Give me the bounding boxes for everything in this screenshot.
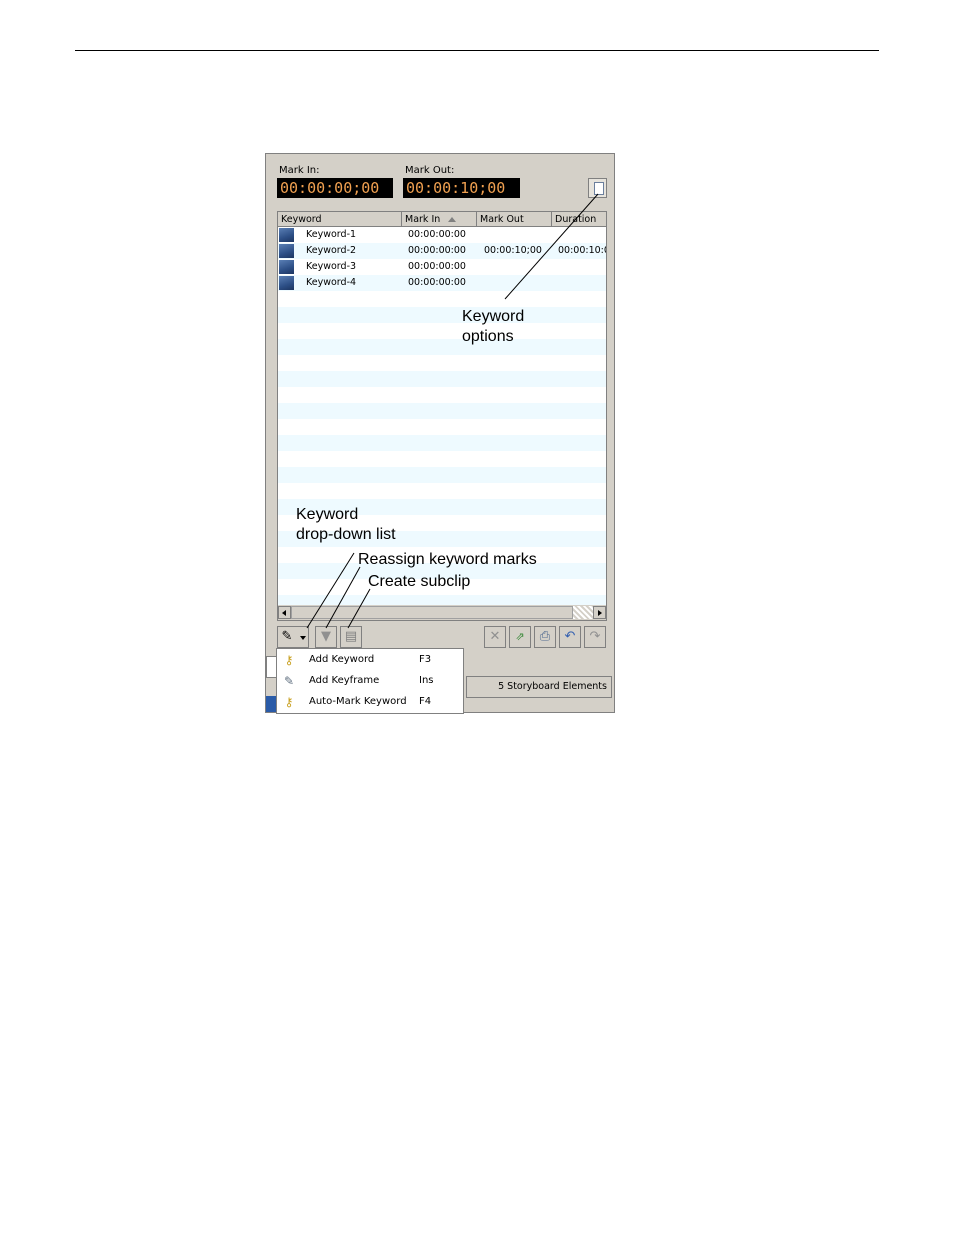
menu-item-shortcut: F4 [419, 696, 432, 707]
table-row[interactable]: Keyword-4 00:00:00:00 [278, 275, 606, 291]
callout-line: Keyword [462, 308, 525, 325]
duration-cell: 00:00:10:0 [558, 245, 607, 256]
menu-item-label: Add Keyframe [309, 675, 380, 686]
mark-out-timecode[interactable]: 00:00:10;00 [403, 178, 520, 198]
empty-row [278, 323, 606, 339]
storyboard-count: 5 Storyboard Elements [466, 676, 612, 698]
empty-row [278, 483, 606, 499]
print-button[interactable]: ⎙ [534, 626, 556, 648]
subclip-icon: ▤ [344, 629, 358, 644]
horizontal-scrollbar[interactable] [278, 605, 606, 620]
empty-row [278, 451, 606, 467]
export-button[interactable]: ⇗ [509, 626, 531, 648]
page-header-rule [75, 50, 879, 51]
table-row[interactable]: Keyword-2 00:00:00:00 00:00:10;00 00:00:… [278, 243, 607, 259]
empty-row [278, 339, 606, 355]
reassign-marks-icon: ▼ [321, 629, 331, 644]
keyword-cell: Keyword-3 [306, 261, 357, 272]
chevron-down-icon [300, 636, 306, 640]
empty-row [278, 419, 606, 435]
empty-row [278, 307, 606, 323]
keyword-thumbnail [279, 244, 294, 258]
empty-row [278, 387, 606, 403]
scroll-left-button[interactable] [278, 606, 291, 619]
column-header-duration[interactable]: Duration [552, 212, 606, 227]
column-header-keyword[interactable]: Keyword [278, 212, 402, 227]
keyword-dropdown-menu: ⚷ Add Keyword F3 ✎ Add Keyframe Ins ⚷ Au… [276, 648, 464, 714]
menu-item-label: Auto-Mark Keyword [309, 696, 407, 707]
menu-item-label: Add Keyword [309, 654, 375, 665]
keyword-thumbnail [279, 276, 294, 290]
create-subclip-button[interactable]: ▤ [340, 626, 362, 648]
reassign-keyword-marks-button[interactable]: ▼ [315, 626, 337, 648]
menu-item-add-keyword[interactable]: ⚷ Add Keyword F3 [277, 650, 463, 670]
menu-item-auto-mark-keyword[interactable]: ⚷ Auto-Mark Keyword F4 [277, 692, 463, 712]
arrow-left-icon [282, 610, 286, 616]
keyword-thumbnail [279, 260, 294, 274]
scroll-right-button[interactable] [593, 606, 606, 619]
empty-row [278, 291, 606, 307]
callout-line: drop-down list [296, 526, 396, 543]
table-row[interactable]: Keyword-3 00:00:00:00 [278, 259, 606, 275]
redo-button[interactable]: ↷ [584, 626, 606, 648]
mark-in-cell: 00:00:00:00 [408, 229, 466, 240]
keyword-options-button[interactable] [588, 178, 607, 198]
callout-keyword-dropdown: Keyword drop-down list [296, 505, 396, 545]
table-row[interactable]: Keyword-1 00:00:00:00 [278, 227, 606, 243]
export-icon: ⇗ [515, 630, 525, 643]
callout-line: options [462, 328, 514, 345]
pushpin-icon: ✎ [281, 629, 293, 644]
menu-item-shortcut: Ins [419, 675, 434, 686]
menu-item-shortcut: F3 [419, 654, 432, 665]
callout-keyword-options: Keyword options [462, 307, 524, 347]
keyword-cell: Keyword-1 [306, 229, 357, 240]
undo-button[interactable]: ↶ [559, 626, 581, 648]
printer-icon: ⎙ [539, 629, 551, 644]
keyword-cell: Keyword-4 [306, 277, 357, 288]
auto-key-icon: ⚷ [284, 695, 294, 709]
mark-in-label: Mark In: [279, 165, 320, 176]
keyword-panel: Mark In: 00:00:00;00 Mark Out: 00:00:10;… [265, 153, 615, 713]
scrollbar-page-area[interactable] [573, 606, 593, 619]
keyword-thumbnail [279, 228, 294, 242]
undo-icon: ↶ [564, 629, 576, 644]
redo-icon: ↷ [589, 629, 601, 644]
keyword-cell: Keyword-2 [306, 245, 357, 256]
arrow-right-icon [598, 610, 602, 616]
callout-subclip: Create subclip [368, 573, 471, 590]
empty-row [278, 467, 606, 483]
empty-row [278, 355, 606, 371]
mark-in-cell: 00:00:00:00 [408, 277, 466, 288]
empty-row [278, 435, 606, 451]
empty-row [278, 403, 606, 419]
mark-in-cell: 00:00:00:00 [408, 261, 466, 272]
mark-out-cell: 00:00:10;00 [484, 245, 542, 256]
keyword-options-icon [594, 182, 604, 195]
menu-item-add-keyframe[interactable]: ✎ Add Keyframe Ins [277, 671, 463, 691]
column-header-mark-in-label: Mark In [405, 214, 441, 225]
delete-button[interactable]: ✕ [484, 626, 506, 648]
sort-ascending-icon [448, 217, 457, 222]
callout-line: Keyword [296, 506, 359, 523]
column-header-mark-in[interactable]: Mark In [402, 212, 477, 227]
column-header-mark-out[interactable]: Mark Out [477, 212, 552, 227]
scrollbar-track[interactable] [291, 606, 573, 619]
empty-row [278, 371, 606, 387]
mark-in-cell: 00:00:00:00 [408, 245, 466, 256]
pushpin-icon: ✎ [283, 674, 295, 688]
keyword-dropdown-button[interactable]: ✎ [277, 626, 309, 648]
grid-header: Keyword Mark In Mark Out Duration [278, 212, 606, 227]
mark-out-label: Mark Out: [405, 165, 455, 176]
close-icon: ✕ [489, 629, 501, 644]
callout-reassign: Reassign keyword marks [358, 551, 537, 568]
mark-in-timecode[interactable]: 00:00:00;00 [277, 178, 393, 198]
key-icon: ⚷ [284, 653, 294, 667]
